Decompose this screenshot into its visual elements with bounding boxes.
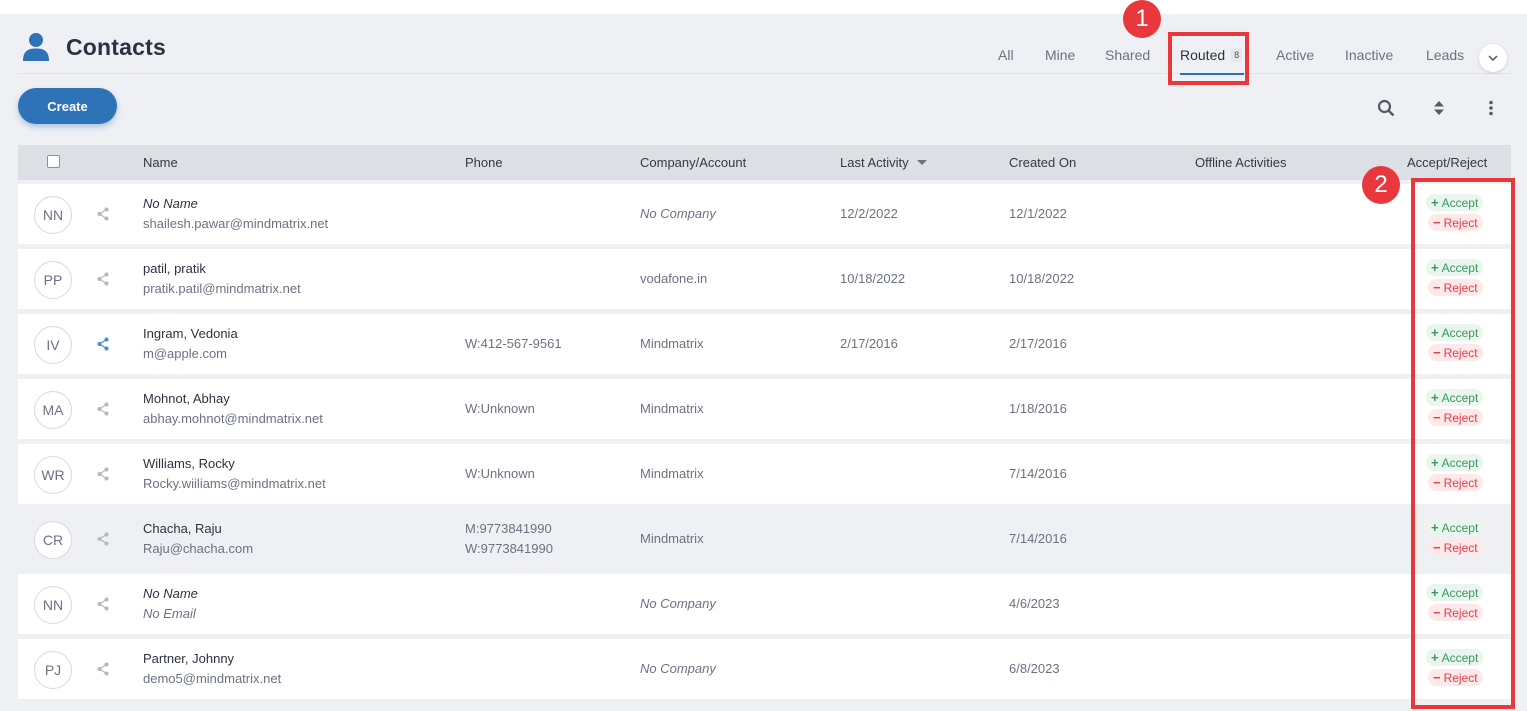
contact-phone-work: W:9773841990 [465, 541, 553, 556]
person-icon [23, 33, 49, 61]
contact-company: No Company [640, 206, 716, 221]
contact-email: No Email [143, 606, 196, 621]
share-icon[interactable] [97, 532, 109, 546]
share-icon[interactable] [97, 662, 109, 676]
avatar: MA [34, 391, 72, 429]
table-row[interactable]: PP patil, pratik pratik.patil@mindmatrix… [18, 249, 1511, 309]
contact-email: shailesh.pawar@mindmatrix.net [143, 216, 329, 231]
contact-created-on: 12/1/2022 [1009, 206, 1067, 221]
contact-last-activity: 12/2/2022 [840, 206, 898, 221]
contact-last-activity: 2/17/2016 [840, 336, 898, 351]
table-row[interactable]: NN No Name shailesh.pawar@mindmatrix.net… [18, 184, 1511, 244]
contact-name[interactable]: Williams, Rocky [143, 456, 235, 471]
sort-descending-icon [916, 160, 927, 165]
avatar: WR [34, 456, 72, 494]
table-row[interactable]: IV Ingram, Vedonia m@apple.com W:412-567… [18, 314, 1511, 374]
column-header-name[interactable]: Name [143, 155, 178, 170]
column-header-created-on[interactable]: Created On [1009, 155, 1076, 170]
avatar: CR [34, 521, 72, 559]
contact-name[interactable]: No Name [143, 586, 198, 601]
column-header-phone[interactable]: Phone [465, 155, 503, 170]
contact-last-activity: 10/18/2022 [840, 271, 906, 286]
share-icon[interactable] [97, 207, 109, 221]
search-icon [1377, 99, 1395, 117]
contact-name[interactable]: Chacha, Raju [143, 521, 222, 536]
contact-created-on: 1/18/2016 [1009, 401, 1067, 416]
contact-company: Mindmatrix [640, 336, 704, 351]
kebab-menu-icon [1489, 100, 1493, 116]
contact-name[interactable]: patil, pratik [143, 261, 206, 276]
callout-number-1: 1 [1123, 0, 1161, 38]
contact-company: vodafone.in [640, 271, 708, 286]
sort-button[interactable] [1429, 98, 1449, 118]
contact-created-on: 10/18/2022 [1009, 271, 1075, 286]
sort-icon [1434, 101, 1444, 115]
table-row[interactable]: NN No Name No Email No Company 4/6/2023 … [18, 574, 1511, 634]
chevron-down-icon [1488, 55, 1498, 61]
contact-phone: W:412-567-9561 [465, 336, 562, 351]
contact-company: No Company [640, 661, 716, 676]
search-button[interactable] [1376, 98, 1396, 118]
contact-company: Mindmatrix [640, 466, 704, 481]
avatar: PJ [34, 651, 72, 689]
page-title: Contacts [66, 34, 167, 60]
table-row[interactable]: WR Williams, Rocky Rocky.wiiliams@mindma… [18, 444, 1511, 504]
contact-email: Raju@chacha.com [143, 541, 254, 556]
accept-reject-highlight-box [1411, 178, 1515, 709]
tab-leads[interactable]: Leads [1426, 47, 1464, 63]
more-tabs-button[interactable] [1479, 44, 1507, 72]
table-row[interactable]: MA Mohnot, Abhay abhay.mohnot@mindmatrix… [18, 379, 1511, 439]
contact-company: Mindmatrix [640, 401, 704, 416]
contact-email: demo5@mindmatrix.net [143, 671, 282, 686]
contact-email: m@apple.com [143, 346, 228, 361]
column-header-offline-activities[interactable]: Offline Activities [1195, 155, 1287, 170]
share-icon[interactable] [97, 467, 109, 481]
more-options-button[interactable] [1481, 98, 1501, 118]
table-row[interactable]: PJ Partner, Johnny demo5@mindmatrix.net … [18, 639, 1511, 699]
table-header: Name Phone Company/Account Last Activity… [18, 145, 1511, 180]
app-container: Contacts All Mine Shared Routed 8 Active … [0, 14, 1527, 711]
contact-name[interactable]: No Name [143, 196, 198, 211]
contact-name[interactable]: Ingram, Vedonia [143, 326, 238, 341]
routed-tab-highlight-box [1168, 32, 1249, 85]
select-all-checkbox[interactable] [47, 155, 60, 168]
contact-created-on: 7/14/2016 [1009, 531, 1067, 546]
table-row[interactable]: CR Chacha, Raju Raju@chacha.com M:977384… [18, 509, 1511, 569]
avatar: IV [34, 326, 72, 364]
contact-email: Rocky.wiiliams@mindmatrix.net [143, 476, 326, 491]
contact-created-on: 4/6/2023 [1009, 596, 1060, 611]
contact-created-on: 6/8/2023 [1009, 661, 1060, 676]
tab-all[interactable]: All [998, 47, 1014, 63]
contact-company: No Company [640, 596, 716, 611]
contact-phone: W:Unknown [465, 401, 535, 416]
contact-email: pratik.patil@mindmatrix.net [143, 281, 301, 296]
share-icon[interactable] [97, 337, 109, 351]
tab-active[interactable]: Active [1276, 47, 1314, 63]
share-icon[interactable] [97, 402, 109, 416]
last-activity-label: Last Activity [840, 155, 909, 170]
avatar: NN [34, 196, 72, 234]
column-header-accept-reject: Accept/Reject [1407, 155, 1488, 170]
tab-shared[interactable]: Shared [1105, 47, 1150, 63]
page-header: Contacts All Mine Shared Routed 8 Active … [18, 14, 1511, 75]
contact-phone: W:Unknown [465, 466, 535, 481]
avatar: NN [34, 586, 72, 624]
tab-mine[interactable]: Mine [1045, 47, 1075, 63]
contact-created-on: 2/17/2016 [1009, 336, 1067, 351]
column-header-last-activity[interactable]: Last Activity [840, 155, 927, 170]
contact-phone-mobile: M:9773841990 [465, 521, 552, 536]
column-header-company[interactable]: Company/Account [640, 155, 746, 170]
contact-name[interactable]: Partner, Johnny [143, 651, 234, 666]
contact-company: Mindmatrix [640, 531, 704, 546]
create-button[interactable]: Create [18, 88, 117, 124]
contact-email: abhay.mohnot@mindmatrix.net [143, 411, 323, 426]
tab-inactive[interactable]: Inactive [1345, 47, 1393, 63]
callout-number-2: 2 [1362, 166, 1400, 204]
share-icon[interactable] [97, 272, 109, 286]
contact-created-on: 7/14/2016 [1009, 466, 1067, 481]
share-icon[interactable] [97, 597, 109, 611]
avatar: PP [34, 261, 72, 299]
contact-name[interactable]: Mohnot, Abhay [143, 391, 230, 406]
